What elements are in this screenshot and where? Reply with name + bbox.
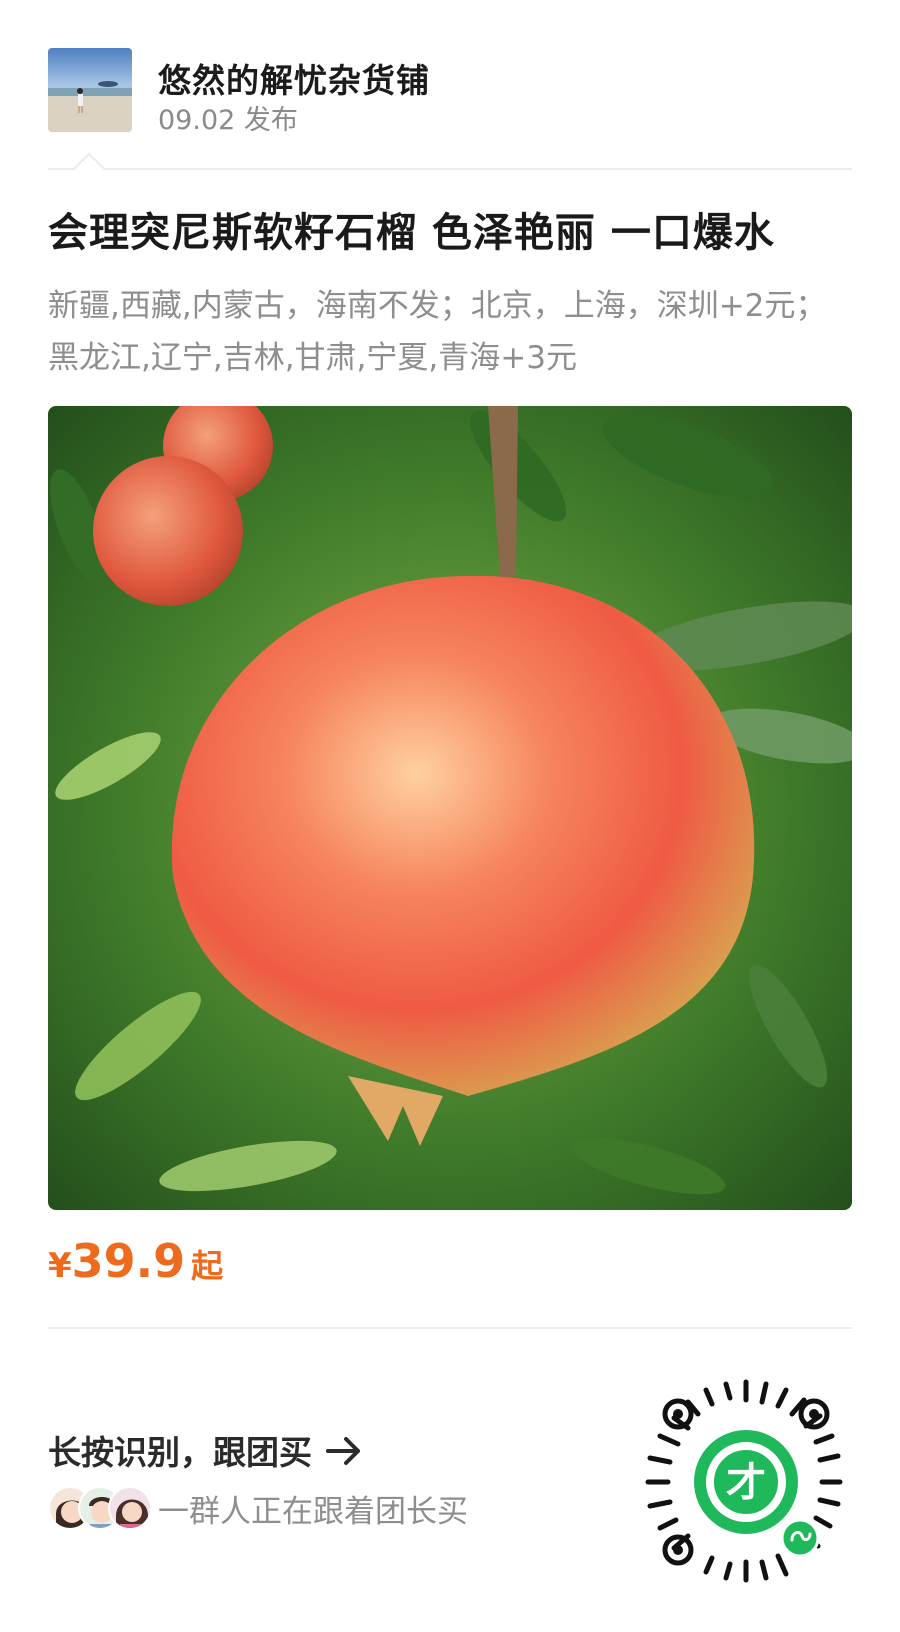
- buyer-avatars: [48, 1484, 152, 1532]
- shop-name[interactable]: 悠然的解忧杂货铺: [158, 54, 430, 102]
- shop-avatar[interactable]: [48, 48, 132, 132]
- price-suffix: 起: [191, 1247, 224, 1285]
- product-image[interactable]: [48, 406, 852, 1210]
- divider-notch: [73, 152, 105, 184]
- shipping-note: 新疆,西藏,内蒙古，海南不发；北京，上海，深圳+2元；黑龙江,辽宁,吉林,甘肃,…: [48, 288, 827, 376]
- post-header: 悠然的解忧杂货铺 09.02 发布: [48, 48, 852, 136]
- divider: [48, 1327, 852, 1329]
- arrow-right-icon: [326, 1435, 362, 1465]
- product-title: 会理突尼斯软籽石榴 色泽艳丽 一口爆水: [48, 210, 775, 256]
- product-price: ¥39.9 起: [48, 1234, 223, 1288]
- buyers-text: 一群人正在跟着团长买: [158, 1493, 468, 1530]
- avatar: [108, 1486, 152, 1530]
- buyers-row: 一群人正在跟着团长买: [48, 1484, 468, 1532]
- svg-text:才: 才: [726, 1460, 766, 1506]
- divider: [48, 168, 852, 170]
- price-value: 39.9: [71, 1234, 186, 1288]
- cta-label: 长按识别，跟团买: [48, 1433, 312, 1472]
- follow-buy-cta[interactable]: 长按识别，跟团买: [48, 1426, 362, 1474]
- mini-program-code[interactable]: 才: [640, 1376, 852, 1588]
- post-date: 09.02 发布: [158, 105, 298, 136]
- price-currency: ¥: [48, 1246, 72, 1286]
